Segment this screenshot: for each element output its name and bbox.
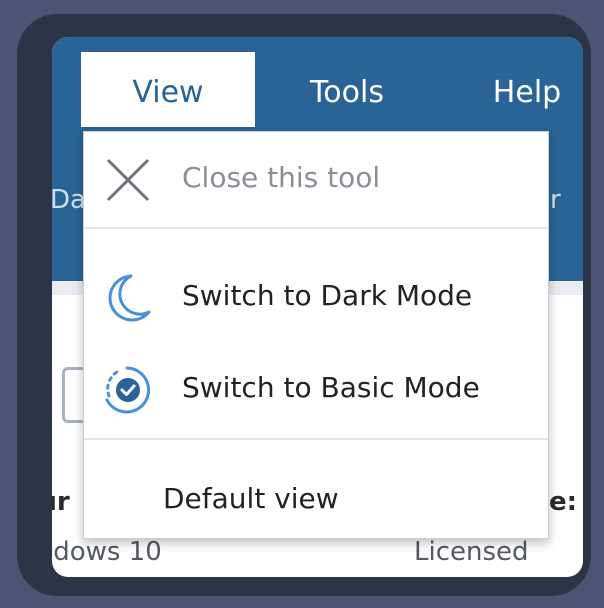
menu-item-default-view[interactable]: Default view (84, 472, 548, 527)
close-icon (106, 158, 150, 202)
menu-help[interactable]: Help (472, 37, 582, 129)
menu-divider (84, 227, 548, 229)
menu-item-close-tool[interactable]: Close this tool (84, 132, 548, 227)
os-value: ıdows 10 (52, 537, 162, 567)
moon-icon (108, 274, 151, 322)
menu-item-label: Close this tool (182, 161, 381, 194)
toolbar-item-left[interactable]: Da (52, 185, 86, 215)
toolbar-item-right[interactable]: r (550, 185, 561, 215)
view-dropdown-menu: Close this tool Switch to Dark Mode Swit… (83, 131, 549, 539)
license-value: Licensed (414, 537, 529, 567)
menu-view[interactable]: View (81, 52, 255, 127)
menu-item-basic-mode[interactable]: Switch to Basic Mode (84, 354, 548, 424)
menu-tools[interactable]: Tools (284, 37, 410, 129)
menu-bar: View Tools Help (52, 37, 583, 129)
menu-divider (84, 438, 548, 440)
basic-mode-check-icon (105, 366, 151, 414)
menu-item-label: Default view (163, 482, 339, 515)
menu-item-dark-mode[interactable]: Switch to Dark Mode (84, 262, 548, 332)
menu-item-label: Switch to Basic Mode (182, 371, 480, 404)
menu-item-label: Switch to Dark Mode (182, 279, 473, 312)
license-label: e: (549, 487, 578, 517)
os-label: ır (52, 487, 70, 517)
